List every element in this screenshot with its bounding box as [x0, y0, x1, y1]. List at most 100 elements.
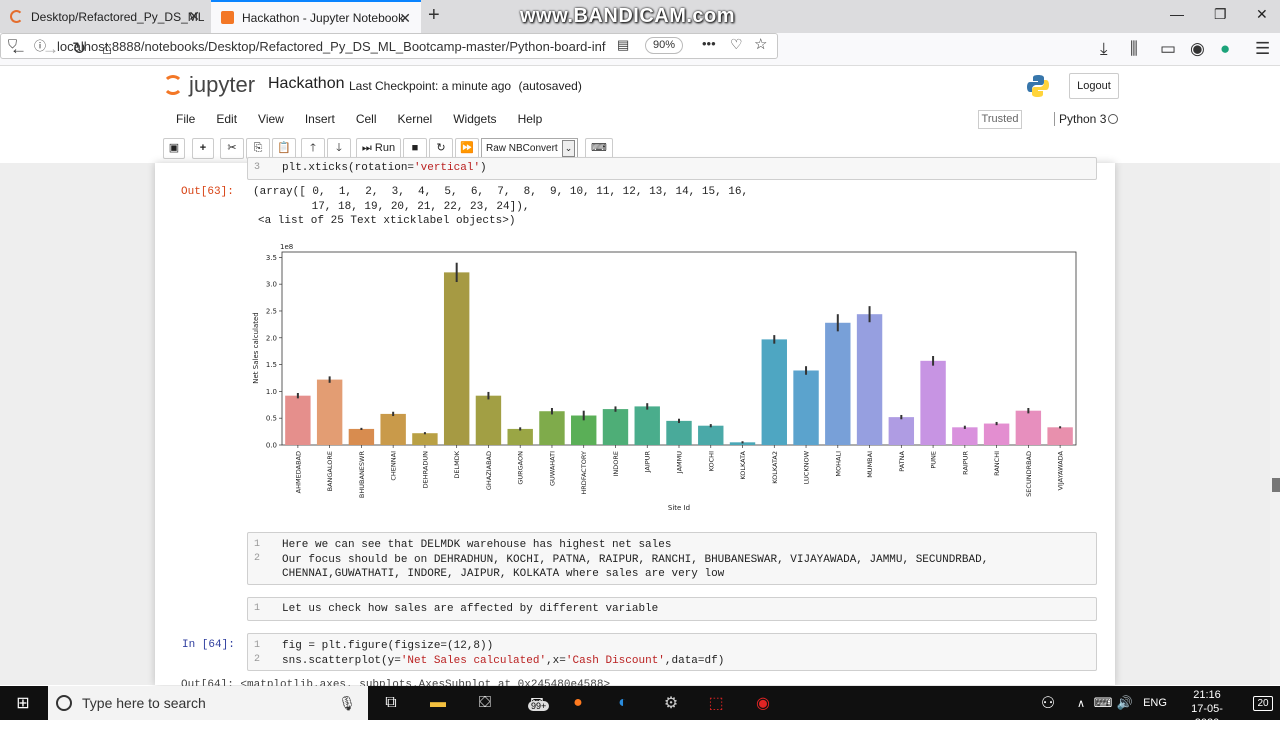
menu-help[interactable]: Help	[518, 112, 543, 126]
url-bar[interactable]: ⛉ ⓘ localhost:8888/notebooks/Desktop/Ref…	[0, 33, 778, 59]
clock[interactable]: 21:16 17-05-2020	[1182, 688, 1232, 730]
close-icon[interactable]: ✕	[188, 8, 200, 25]
microphone-icon[interactable]: 🎙	[338, 695, 356, 712]
clock-time: 21:16	[1193, 689, 1221, 701]
keyboard-icon[interactable]: ⌨	[585, 138, 613, 159]
move-up-icon[interactable]: 🡑	[301, 138, 325, 159]
logout-button[interactable]: Logout	[1069, 73, 1119, 99]
settings-icon[interactable]: ⚙	[658, 690, 684, 716]
x-tick-label: PATNA	[898, 450, 906, 471]
restart-icon[interactable]: ↻	[429, 138, 453, 159]
scrollbar-thumb[interactable]	[1272, 478, 1280, 492]
run-button[interactable]: ⏭ Run	[356, 138, 401, 159]
code-line: sns.scatterplot(y='Net Sales calculated'…	[282, 654, 724, 669]
line-number: 1	[253, 640, 260, 651]
y-tick-label: 3.5	[266, 254, 277, 262]
pocket-icon[interactable]: ♡	[730, 36, 743, 53]
file-explorer-icon[interactable]: ▬	[425, 690, 451, 716]
y-axis: 0.0 0.5 1.0 1.5 2.0 2.5 3.0 3.5	[266, 254, 282, 450]
restart-run-all-icon[interactable]: ⏩	[455, 138, 479, 159]
markdown-cell-1[interactable]: 1 2 Here we can see that DELMDK warehous…	[247, 532, 1097, 585]
language-indicator[interactable]: ENG	[1140, 690, 1170, 716]
tab-hackathon[interactable]: Hackathon - Jupyter Notebook ✕	[211, 0, 421, 33]
edge-icon[interactable]: ◐	[610, 690, 636, 716]
y-tick-label: 1.5	[266, 361, 277, 369]
task-view-icon[interactable]: ⧉	[378, 690, 404, 716]
cut-icon[interactable]: ✂	[220, 138, 244, 159]
close-icon[interactable]: ✕	[399, 10, 411, 27]
line-number: 2	[253, 654, 260, 665]
minimize-icon[interactable]: —	[1170, 6, 1184, 22]
markdown-cell-2[interactable]: 1 Let us check how sales are affected by…	[247, 597, 1097, 621]
code-cell-64[interactable]: 1 2 fig = plt.figure(figsize=(12,8)) sns.…	[247, 633, 1097, 671]
line-number: 1	[253, 603, 260, 614]
account-icon[interactable]: ◉	[1190, 39, 1205, 59]
bandicam-icon[interactable]: ◉	[750, 690, 776, 716]
taskbar-search[interactable]: Type here to search 🎙	[48, 686, 368, 720]
store-icon[interactable]: ⛋	[472, 690, 498, 716]
library-icon[interactable]: ⫼	[1130, 39, 1138, 59]
x-tick-label: LUCKNOW	[803, 450, 811, 484]
paste-icon[interactable]: 📋	[272, 138, 296, 159]
trusted-indicator[interactable]: Trusted	[978, 110, 1022, 129]
code-cell-62[interactable]: 3 plt.xticks(rotation='vertical')	[247, 157, 1097, 180]
x-tick-label: KOLKATA	[739, 450, 747, 479]
bar	[825, 322, 851, 445]
scrollbar[interactable]	[1270, 163, 1280, 685]
volume-icon[interactable]: 🔊	[1112, 690, 1138, 716]
download-icon[interactable]: ⤓	[1100, 39, 1108, 59]
home-icon[interactable]: ⌂	[102, 39, 112, 59]
move-down-icon[interactable]: 🡓	[327, 138, 351, 159]
menu-view[interactable]: View	[258, 112, 284, 126]
jupyter-logo[interactable]: jupyter	[163, 72, 255, 98]
copy-icon[interactable]: ⎘	[246, 138, 270, 159]
bar	[920, 360, 946, 445]
menu-cell[interactable]: Cell	[356, 112, 377, 126]
save-icon[interactable]: ▣	[163, 138, 185, 159]
x-tick-label: SECUNDRBAD	[1025, 451, 1033, 497]
people-icon[interactable]: ⚇	[1035, 690, 1061, 716]
zoom-indicator[interactable]: 90%	[645, 37, 683, 54]
insert-cell-icon[interactable]: +	[192, 138, 214, 159]
checkpoint-status: Last Checkpoint: a minute ago (autosaved…	[349, 79, 582, 93]
jupyter-notebook-favicon-icon	[221, 11, 234, 24]
menu-file[interactable]: File	[176, 112, 195, 126]
tab-label: Desktop/Refactored_Py_DS_ML	[31, 9, 205, 24]
menu-widgets[interactable]: Widgets	[453, 112, 496, 126]
notifications-icon[interactable]: 20	[1250, 690, 1276, 716]
tab-desktop[interactable]: Desktop/Refactored_Py_DS_ML ✕	[0, 0, 210, 33]
reload-icon[interactable]: ↻	[72, 39, 86, 59]
kernel-idle-icon	[1108, 114, 1118, 124]
x-tick-label: GURGAON	[517, 451, 525, 485]
run-icon: ⏭	[361, 142, 372, 154]
grammarly-icon[interactable]: ●	[1220, 39, 1230, 59]
menu-kernel[interactable]: Kernel	[398, 112, 433, 126]
windows-start-icon[interactable]: ⊞	[10, 690, 36, 716]
tab-label: Hackathon - Jupyter Notebook	[242, 10, 405, 25]
acrobat-icon[interactable]: ⬚	[703, 690, 729, 716]
bar	[1047, 427, 1073, 445]
sidebar-icon[interactable]: ▭	[1160, 39, 1176, 59]
menu-insert[interactable]: Insert	[305, 112, 335, 126]
y-tick-label: 3.0	[266, 281, 277, 289]
cell-type-select[interactable]: Raw NBConvert ⌄	[481, 138, 578, 159]
menu-icon[interactable]: ☰	[1255, 39, 1270, 59]
reader-view-icon[interactable]: ▤	[617, 37, 629, 53]
code-string: 'Net Sales calculated'	[400, 654, 547, 667]
notebook-name[interactable]: Hackathon	[268, 75, 345, 93]
bookmark-star-icon[interactable]: ☆	[754, 35, 767, 53]
menu-edit[interactable]: Edit	[216, 112, 237, 126]
mail-icon[interactable]: ✉99+	[520, 690, 554, 716]
restore-icon[interactable]: ❐	[1214, 6, 1227, 23]
x-tick-label: CHENNAI	[390, 451, 398, 481]
page-actions-icon[interactable]: •••	[702, 36, 716, 51]
search-icon	[56, 695, 72, 711]
new-tab-icon[interactable]: +	[428, 4, 440, 27]
stop-icon[interactable]: ■	[403, 138, 427, 159]
firefox-icon[interactable]: ●	[565, 690, 591, 716]
kernel-name: Python 3	[1054, 112, 1106, 126]
bar	[761, 339, 787, 445]
info-icon[interactable]: ⓘ	[34, 37, 46, 54]
input-prompt: In [64]:	[182, 639, 235, 651]
window-close-icon[interactable]: ✕	[1256, 6, 1268, 23]
